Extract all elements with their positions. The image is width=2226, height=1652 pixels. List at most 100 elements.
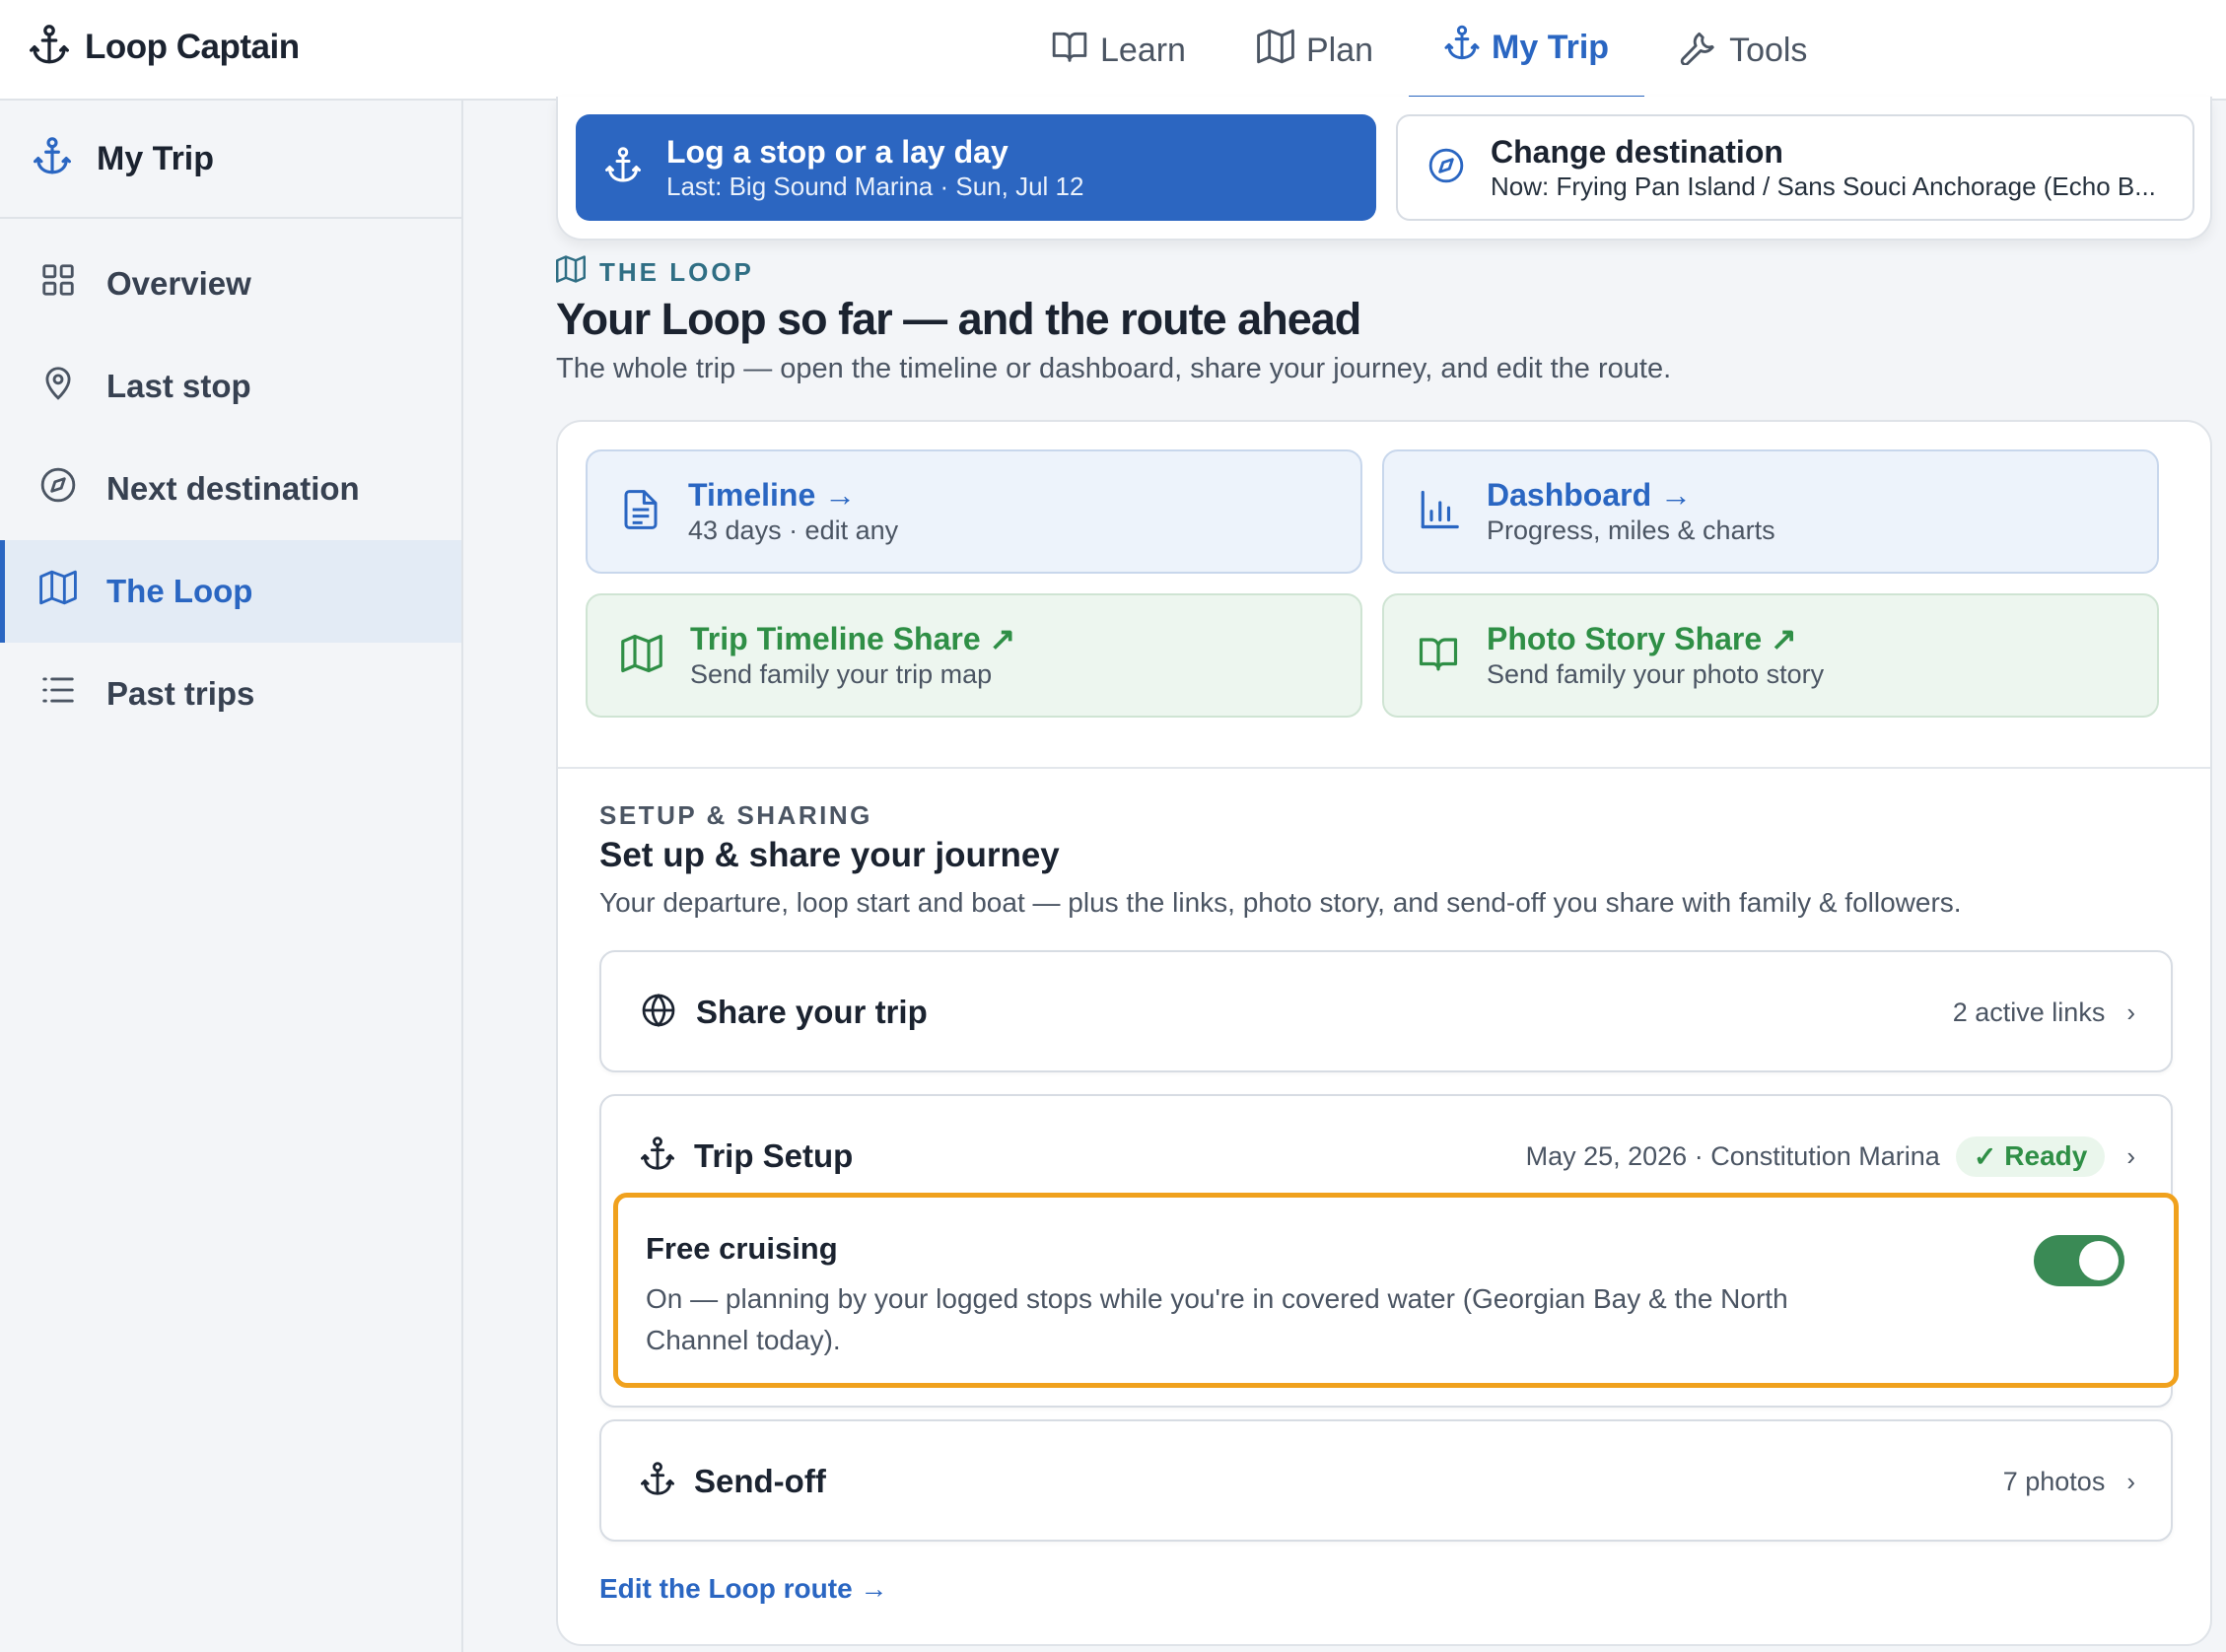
sidebar: My Trip Overview Last stop Next destinat… xyxy=(0,101,463,1652)
free-cruising-toggle[interactable] xyxy=(2034,1235,2124,1286)
status-badge-label: Ready xyxy=(2004,1140,2088,1171)
dashboard-title: Dashboard → xyxy=(1487,477,1693,513)
setup-title: Set up & share your journey xyxy=(599,836,1060,874)
chevron-right-icon: › xyxy=(2126,1466,2135,1496)
globe-icon xyxy=(641,993,676,1033)
sidebar-item-label: Next destination xyxy=(106,470,360,507)
brand[interactable]: Loop Captain xyxy=(30,20,300,75)
nav-learn-label: Learn xyxy=(1100,31,1186,69)
trip-timeline-share-title: Trip Timeline Share ↗ xyxy=(690,621,1016,656)
anchor-icon xyxy=(34,136,71,182)
dashboard-subtitle: Progress, miles & charts xyxy=(1487,516,1775,545)
log-stop-subtitle: Last: Big Sound Marina · Sun, Jul 12 xyxy=(666,172,1084,201)
map-icon xyxy=(39,569,77,614)
chevron-right-icon: › xyxy=(2126,1140,2135,1171)
check-icon: ✓ xyxy=(1973,1140,1997,1172)
send-off-meta: 7 photos › xyxy=(2003,1467,2135,1497)
trip-setup-row: Trip Setup May 25, 2026 · Constitution M… xyxy=(599,1094,2179,1408)
anchor-icon xyxy=(641,1461,674,1503)
timeline-tile[interactable]: Timeline → 43 days · edit any xyxy=(586,449,1362,574)
edit-loop-route-link[interactable]: Edit the Loop route → xyxy=(599,1573,887,1605)
nav-my-trip[interactable]: My Trip xyxy=(1409,0,1645,101)
top-bar: Loop Captain Learn Plan My Trip Tools xyxy=(0,0,2226,101)
sidebar-item-next-destination[interactable]: Next destination xyxy=(0,438,461,540)
trip-timeline-share-subtitle: Send family your trip map xyxy=(690,659,993,689)
sidebar-list: Overview Last stop Next destination The … xyxy=(0,219,461,745)
share-trip-title: Share your trip xyxy=(696,994,928,1030)
book-icon xyxy=(1051,28,1088,74)
anchor-icon xyxy=(641,1136,674,1178)
toggle-knob xyxy=(2079,1241,2119,1280)
photo-story-share-subtitle: Send family your photo story xyxy=(1487,659,1825,689)
change-destination-button[interactable]: Change destination Now: Frying Pan Islan… xyxy=(1396,114,2194,221)
photo-story-share-tile[interactable]: Photo Story Share ↗ Send family your pho… xyxy=(1382,593,2159,718)
send-off-row[interactable]: Send-off 7 photos › xyxy=(599,1419,2173,1542)
grid-icon xyxy=(39,261,77,307)
anchor-icon xyxy=(30,24,70,72)
map-icon xyxy=(556,254,586,291)
page-title: Your Loop so far — and the route ahead xyxy=(556,294,1361,344)
log-stop-title: Log a stop or a lay day xyxy=(666,134,1009,170)
trip-setup-meta: May 25, 2026 · Constitution Marina ✓ Rea… xyxy=(1526,1136,2135,1177)
sidebar-item-label: Overview xyxy=(106,265,251,302)
log-stop-button[interactable]: Log a stop or a lay day Last: Big Sound … xyxy=(576,114,1376,221)
trip-setup-title: Trip Setup xyxy=(694,1137,854,1174)
timeline-subtitle: 43 days · edit any xyxy=(688,516,899,545)
list-icon xyxy=(39,671,77,717)
nav-tools-label: Tools xyxy=(1729,31,1808,69)
setup-eyebrow: SETUP & SHARING xyxy=(599,800,872,830)
trip-timeline-share-tile[interactable]: Trip Timeline Share ↗ Send family your t… xyxy=(586,593,1362,718)
dashboard-tile[interactable]: Dashboard → Progress, miles & charts xyxy=(1382,449,2159,574)
brand-name: Loop Captain xyxy=(85,28,300,66)
sidebar-item-the-loop[interactable]: The Loop xyxy=(0,540,461,643)
sidebar-item-label: Past trips xyxy=(106,675,255,712)
nav-tools[interactable]: Tools xyxy=(1644,0,1843,101)
change-destination-subtitle: Now: Frying Pan Island / Sans Souci Anch… xyxy=(1491,172,2156,201)
sidebar-header: My Trip xyxy=(0,101,461,219)
setup-description: Your departure, loop start and boat — pl… xyxy=(599,887,1962,918)
map-icon xyxy=(1257,28,1294,74)
sidebar-item-overview[interactable]: Overview xyxy=(0,233,461,335)
share-trip-meta: 2 active links › xyxy=(1953,998,2135,1028)
send-off-title: Send-off xyxy=(694,1463,826,1499)
chevron-right-icon: › xyxy=(2126,997,2135,1027)
bar-chart-icon xyxy=(1418,489,1459,535)
timeline-title: Timeline → xyxy=(688,477,857,513)
main-content: Log a stop or a lay day Last: Big Sound … xyxy=(465,97,2226,1652)
sidebar-item-last-stop[interactable]: Last stop xyxy=(0,335,461,438)
sidebar-item-past-trips[interactable]: Past trips xyxy=(0,643,461,745)
sidebar-item-label: Last stop xyxy=(106,368,251,404)
nav-plan[interactable]: Plan xyxy=(1221,0,1409,101)
document-icon xyxy=(621,488,661,536)
active-links-count: 2 active links xyxy=(1952,997,2106,1027)
trip-setup-date-marina: May 25, 2026 · Constitution Marina xyxy=(1525,1140,1940,1171)
open-book-icon xyxy=(1418,633,1459,679)
loop-eyebrow-label: THE LOOP xyxy=(599,257,754,287)
sidebar-item-label: The Loop xyxy=(106,573,253,609)
map-icon xyxy=(621,633,662,679)
free-cruising-title: Free cruising xyxy=(646,1231,838,1266)
wrench-icon xyxy=(1680,28,1717,74)
anchor-icon xyxy=(1444,25,1480,71)
loop-card: Timeline → 43 days · edit any Dashboard … xyxy=(556,420,2212,1646)
nav-plan-label: Plan xyxy=(1305,31,1374,69)
sidebar-title: My Trip xyxy=(97,139,215,177)
share-trip-row[interactable]: Share your trip 2 active links › xyxy=(599,950,2173,1072)
free-cruising-panel: Free cruising On — planning by your logg… xyxy=(613,1193,2179,1388)
nav-my-trip-label: My Trip xyxy=(1492,29,1610,66)
photo-story-share-title: Photo Story Share ↗ xyxy=(1487,621,1797,656)
loop-eyebrow: THE LOOP xyxy=(556,254,754,291)
nav-learn[interactable]: Learn xyxy=(1015,0,1221,101)
anchor-icon xyxy=(605,146,641,190)
map-pin-icon xyxy=(39,364,77,409)
photos-count: 7 photos xyxy=(2002,1466,2106,1496)
top-nav: Learn Plan My Trip Tools xyxy=(1015,0,1843,101)
compass-icon xyxy=(1427,147,1465,189)
change-destination-title: Change destination xyxy=(1491,134,1783,170)
divider xyxy=(558,767,2210,769)
quick-actions: Log a stop or a lay day Last: Big Sound … xyxy=(556,97,2212,241)
free-cruising-description: On — planning by your logged stops while… xyxy=(646,1283,1788,1355)
page-description: The whole trip — open the timeline or da… xyxy=(556,353,1672,384)
status-badge: ✓ Ready xyxy=(1955,1136,2106,1177)
compass-icon xyxy=(39,466,77,512)
